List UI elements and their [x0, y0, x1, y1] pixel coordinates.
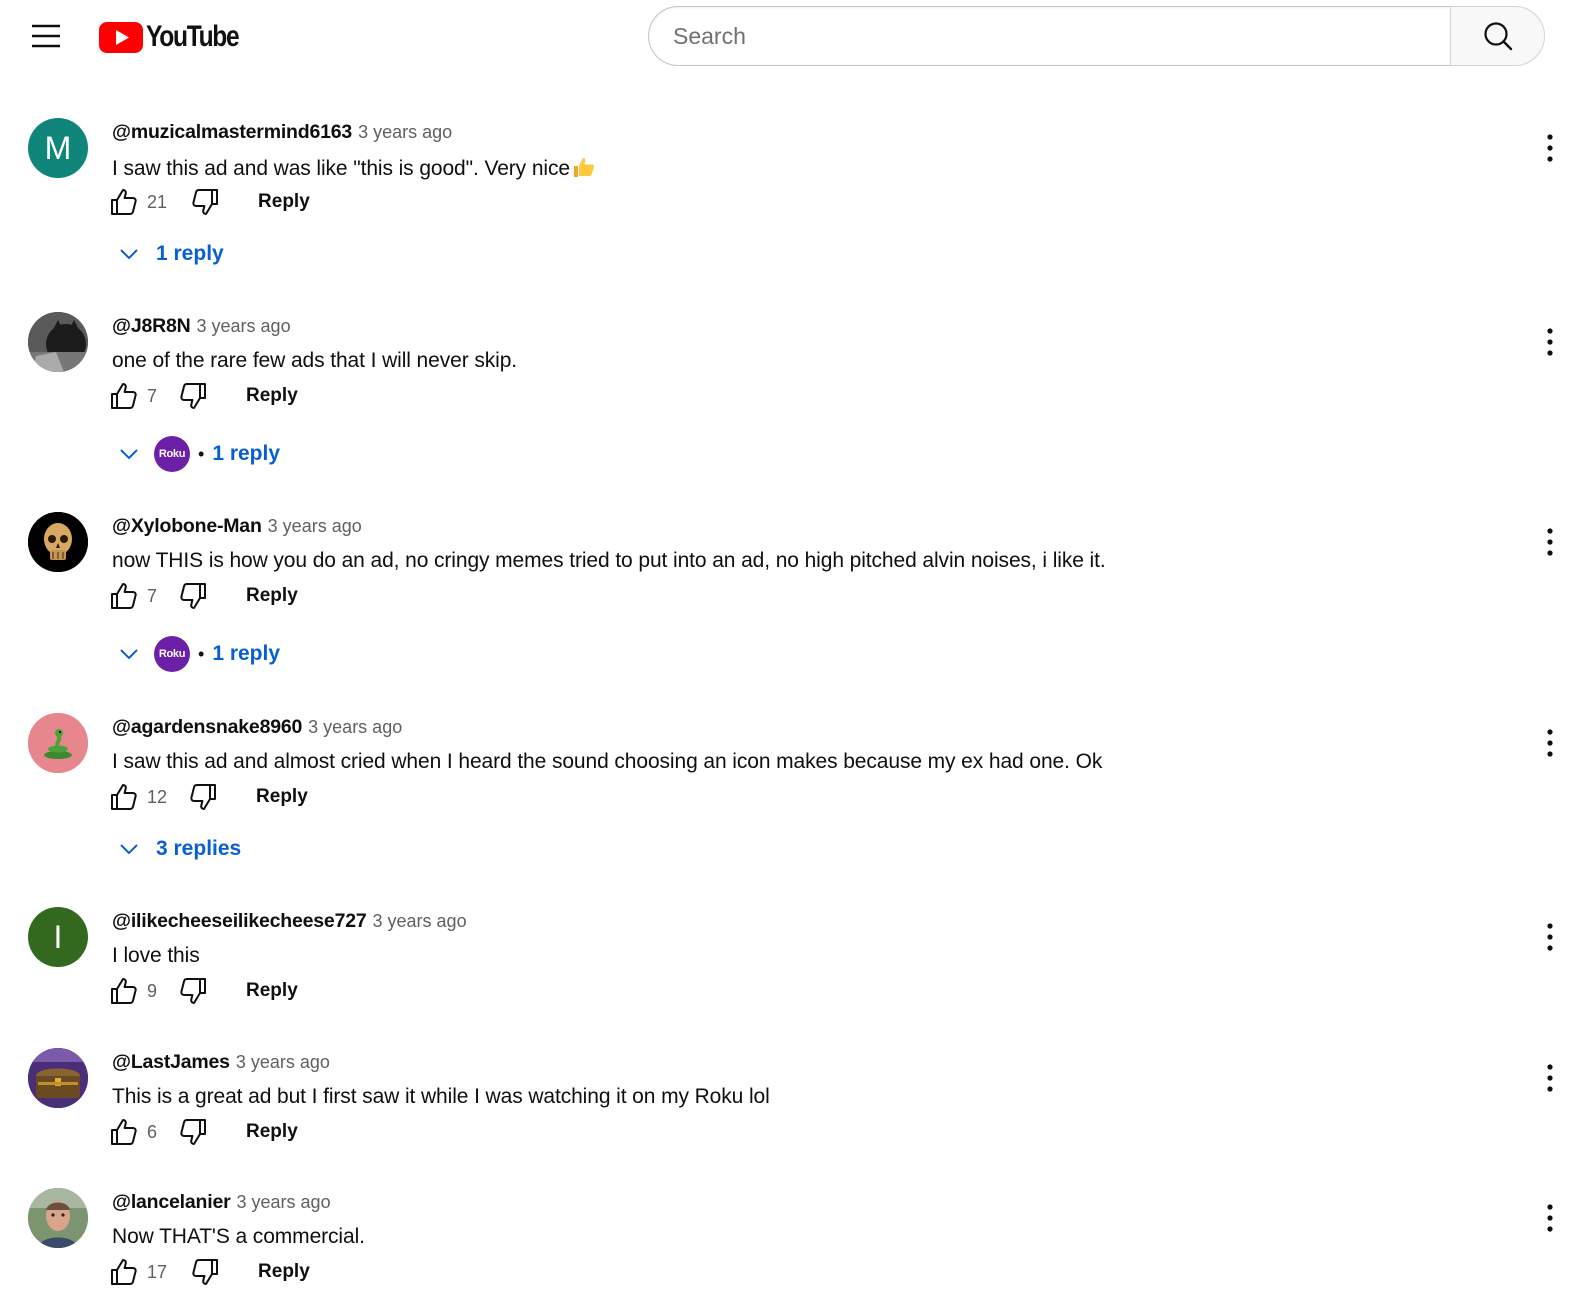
- comment-text: one of the rare few ads that I will neve…: [112, 349, 518, 372]
- view-replies-button[interactable]: 3 replies: [112, 829, 241, 869]
- avatar-letter: M: [44, 129, 72, 166]
- comment-time[interactable]: 3 years ago: [268, 516, 362, 537]
- like-icon[interactable]: [108, 1116, 140, 1148]
- comment-time[interactable]: 3 years ago: [308, 717, 402, 738]
- chevron-down-icon: [112, 237, 146, 271]
- reply-button[interactable]: Reply: [258, 1261, 310, 1283]
- more-actions-icon[interactable]: [1534, 312, 1566, 372]
- comment-time[interactable]: 3 years ago: [358, 122, 452, 143]
- dislike-icon[interactable]: [187, 781, 219, 813]
- like-count: 12: [147, 786, 168, 807]
- replies-count: 1 reply: [212, 442, 281, 465]
- comment-text: This is a great ad but I first saw it wh…: [112, 1085, 770, 1108]
- reply-button[interactable]: Reply: [246, 585, 298, 607]
- dislike-icon[interactable]: [177, 380, 209, 412]
- comment-text: I saw this ad and was like "this is good…: [112, 157, 570, 180]
- separator-dot: •: [198, 443, 205, 464]
- reply-button[interactable]: Reply: [246, 385, 298, 407]
- more-actions-icon[interactable]: [1534, 512, 1566, 572]
- comment-text: Now THAT'S a commercial.: [112, 1225, 365, 1248]
- search-icon: [1483, 22, 1512, 51]
- reply-button[interactable]: Reply: [256, 786, 308, 808]
- view-replies-button[interactable]: 1 reply: [112, 234, 224, 274]
- comment-time[interactable]: 3 years ago: [197, 316, 291, 337]
- avatar[interactable]: M: [28, 118, 88, 178]
- search-button[interactable]: [1450, 6, 1545, 66]
- dislike-icon[interactable]: [177, 580, 209, 612]
- like-icon[interactable]: [108, 781, 140, 813]
- snake-avatar-icon: [28, 713, 88, 773]
- chevron-down-icon: [112, 437, 146, 471]
- person-photo-avatar-icon: [28, 1188, 88, 1248]
- cat-photo-avatar-icon: [28, 312, 88, 372]
- more-actions-icon[interactable]: [1534, 1048, 1566, 1108]
- more-actions-icon[interactable]: [1534, 713, 1566, 773]
- avatar-letter: I: [53, 918, 63, 955]
- replies-count: 1 reply: [212, 642, 281, 665]
- youtube-logo[interactable]: YouTube: [99, 20, 259, 54]
- avatar[interactable]: [28, 312, 88, 372]
- chevron-down-icon: [112, 832, 146, 866]
- like-count: 21: [147, 191, 168, 212]
- comment-time[interactable]: 3 years ago: [237, 1192, 331, 1213]
- masthead: YouTube: [0, 0, 1573, 74]
- more-actions-icon[interactable]: [1534, 907, 1566, 967]
- comment-time[interactable]: 3 years ago: [373, 911, 467, 932]
- reply-button[interactable]: Reply: [246, 980, 298, 1002]
- reply-button[interactable]: Reply: [246, 1121, 298, 1143]
- view-replies-button[interactable]: Roku • 1 reply: [112, 434, 280, 474]
- more-actions-icon[interactable]: [1534, 1188, 1566, 1248]
- dislike-icon[interactable]: [177, 1116, 209, 1148]
- replies-count: 3 replies: [156, 837, 242, 860]
- avatar[interactable]: [28, 713, 88, 773]
- like-count: 7: [147, 385, 158, 406]
- like-icon[interactable]: [108, 975, 140, 1007]
- like-count: 7: [147, 585, 158, 606]
- menu-icon[interactable]: [24, 18, 68, 54]
- comment-author[interactable]: @agardensnake8960: [112, 716, 302, 739]
- avatar[interactable]: I: [28, 907, 88, 967]
- dislike-icon[interactable]: [189, 1256, 221, 1288]
- like-icon[interactable]: [108, 580, 140, 612]
- view-replies-button[interactable]: Roku • 1 reply: [112, 634, 280, 674]
- creator-avatar: Roku: [154, 436, 190, 472]
- youtube-play-logo-icon: [99, 21, 143, 53]
- like-count: 6: [147, 1121, 158, 1142]
- thumbs-up-emoji-icon: [573, 158, 594, 177]
- treasure-chest-avatar-icon: [28, 1048, 88, 1108]
- search-box: [648, 6, 1451, 66]
- avatar[interactable]: [28, 1048, 88, 1108]
- like-icon[interactable]: [108, 380, 140, 412]
- separator-dot: •: [198, 643, 205, 664]
- comment-author[interactable]: @J8R8N: [112, 315, 191, 338]
- comment-author[interactable]: @ilikecheeseilikecheese727: [112, 910, 367, 933]
- comment-author[interactable]: @lancelanier: [112, 1191, 231, 1214]
- reply-button[interactable]: Reply: [258, 191, 310, 213]
- comment-author[interactable]: @muzicalmastermind6163: [112, 121, 352, 144]
- comment-author[interactable]: @Xylobone-Man: [112, 515, 262, 538]
- comment-text: I love this: [112, 944, 200, 967]
- like-icon[interactable]: [108, 186, 140, 218]
- comment-author[interactable]: @LastJames: [112, 1051, 230, 1074]
- chevron-down-icon: [112, 637, 146, 671]
- youtube-wordmark: YouTube: [146, 20, 240, 53]
- like-icon[interactable]: [108, 1256, 140, 1288]
- dislike-icon[interactable]: [189, 186, 221, 218]
- like-count: 17: [147, 1261, 168, 1282]
- avatar[interactable]: [28, 512, 88, 572]
- comment-text: I saw this ad and almost cried when I he…: [112, 750, 1103, 773]
- comment-text-container: I saw this ad and was like "this is good…: [112, 155, 596, 181]
- skull-avatar-icon: [28, 512, 88, 572]
- search-input[interactable]: [673, 22, 1451, 50]
- avatar[interactable]: [28, 1188, 88, 1248]
- comment-time[interactable]: 3 years ago: [236, 1052, 330, 1073]
- dislike-icon[interactable]: [177, 975, 209, 1007]
- creator-avatar: Roku: [154, 636, 190, 672]
- comment-text: now THIS is how you do an ad, no cringy …: [112, 549, 1106, 572]
- like-count: 9: [147, 980, 158, 1001]
- more-actions-icon[interactable]: [1534, 118, 1566, 178]
- replies-count: 1 reply: [156, 242, 224, 265]
